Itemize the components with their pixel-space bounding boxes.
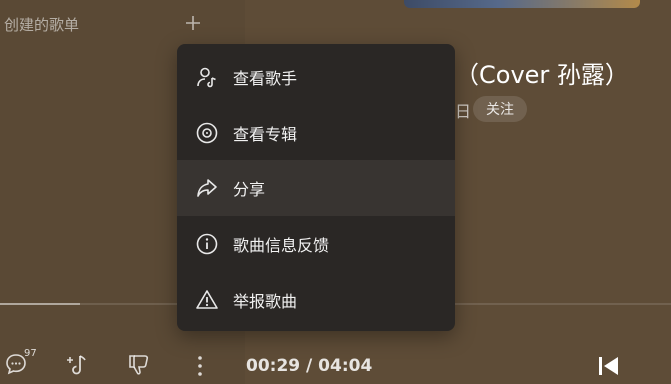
- warning-icon: [196, 290, 218, 309]
- comment-count: 97: [24, 348, 37, 359]
- created-playlists-heading: 创建的歌单: [4, 16, 80, 34]
- menu-item-label: 举报歌曲: [233, 292, 298, 311]
- album-cover[interactable]: [404, 0, 640, 8]
- menu-item-share[interactable]: 分享: [177, 160, 455, 216]
- menu-item-view-album[interactable]: 查看专辑: [177, 105, 455, 161]
- add-playlist-icon[interactable]: [184, 14, 202, 32]
- previous-track-icon[interactable]: [596, 354, 622, 378]
- dislike-icon[interactable]: [126, 352, 152, 378]
- menu-item-view-singer[interactable]: 查看歌手: [177, 49, 455, 105]
- menu-item-label: 分享: [233, 180, 266, 199]
- time-display: 00:29 / 04:04: [246, 356, 373, 376]
- add-to-playlist-icon[interactable]: [64, 352, 90, 378]
- progress-fill: [0, 303, 80, 305]
- singer-icon: [197, 67, 216, 88]
- menu-item-label: 查看歌手: [233, 69, 298, 88]
- info-icon: [196, 233, 218, 255]
- song-context-menu: 查看歌手 查看专辑 分享 歌曲信息反馈 举报歌曲: [177, 44, 455, 331]
- album-disc-icon: [196, 122, 218, 144]
- song-title: （Cover 孙露）: [455, 61, 629, 89]
- more-options-icon[interactable]: [190, 352, 210, 380]
- menu-item-label: 查看专辑: [233, 125, 298, 144]
- menu-item-label: 歌曲信息反馈: [233, 236, 330, 255]
- menu-item-report-song[interactable]: 举报歌曲: [177, 272, 455, 328]
- share-icon: [197, 179, 217, 197]
- menu-item-song-feedback[interactable]: 歌曲信息反馈: [177, 216, 455, 272]
- follow-button[interactable]: 关注: [473, 96, 527, 122]
- artist-name[interactable]: 日: [455, 98, 471, 122]
